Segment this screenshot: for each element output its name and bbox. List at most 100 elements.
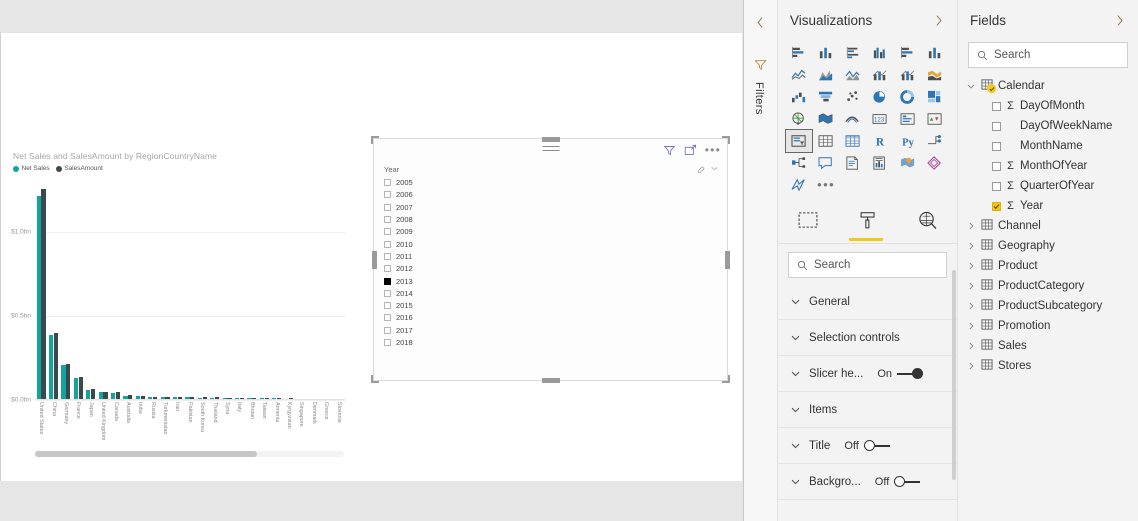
kpi-icon[interactable] — [922, 108, 948, 130]
slicer-item[interactable]: 2005 — [384, 177, 727, 188]
table-icon[interactable] — [813, 130, 839, 152]
treemap-icon[interactable] — [922, 86, 948, 108]
slicer-item-checkbox[interactable] — [384, 265, 391, 273]
azure-map-icon[interactable] — [895, 152, 921, 174]
chevron-right-icon[interactable] — [966, 281, 976, 291]
chart-bar-group[interactable]: India — [134, 181, 146, 414]
format-section-title[interactable]: Title Off — [778, 428, 957, 464]
chart-bar-group[interactable]: United States — [35, 181, 47, 434]
card-icon[interactable]: 123 — [867, 108, 893, 130]
toggle-switch[interactable] — [894, 476, 921, 487]
focus-mode-icon[interactable] — [684, 144, 697, 157]
chart-bar-group[interactable]: Bhutan — [246, 181, 258, 419]
chart-bar[interactable] — [49, 335, 54, 400]
slicer-item-checkbox[interactable] — [384, 228, 391, 236]
field-checkbox[interactable] — [992, 181, 1001, 191]
field-quarterofyear[interactable]: Σ QuarterOfYear — [966, 176, 1138, 196]
chevron-right-icon[interactable] — [966, 321, 976, 331]
100-stacked-bar-chart-icon[interactable] — [895, 42, 921, 64]
format-section-general[interactable]: General — [778, 284, 957, 320]
slicer-item[interactable]: 2006 — [384, 189, 727, 200]
resize-handle-top[interactable] — [541, 136, 560, 142]
chart-bar[interactable] — [66, 363, 71, 400]
fields-search-input[interactable]: Search — [968, 42, 1128, 68]
chevron-down-icon[interactable] — [966, 81, 976, 91]
slicer-item-checkbox[interactable] — [384, 240, 391, 248]
chevron-down-icon[interactable] — [790, 404, 801, 415]
resize-handle-left[interactable] — [371, 250, 377, 269]
year-slicer-visual[interactable]: ••• Year 2005 2006 2007 2008 2009 2010 2011 201… — [371, 136, 730, 383]
chart-bar-group[interactable]: Germany — [60, 181, 72, 424]
line-chart-icon[interactable] — [786, 64, 812, 86]
legend-item-sales-amount[interactable]: SalesAmount — [55, 165, 103, 172]
line-clustered-column-chart-icon[interactable] — [895, 64, 921, 86]
fields-table-productcategory[interactable]: ProductCategory — [966, 276, 1138, 296]
chart-bar-group[interactable]: Singapore — [295, 181, 307, 427]
stacked-area-chart-icon[interactable] — [840, 64, 866, 86]
matrix-icon[interactable] — [840, 130, 866, 152]
slicer-item-checkbox[interactable] — [384, 302, 391, 310]
chevron-right-icon[interactable] — [1113, 14, 1126, 27]
slicer-item-checkbox[interactable] — [384, 179, 391, 187]
field-checkbox[interactable] — [992, 161, 1001, 171]
field-monthname[interactable]: MonthName — [966, 136, 1138, 156]
chevron-down-icon[interactable] — [790, 440, 801, 451]
filter-funnel-icon[interactable] — [754, 58, 768, 72]
fields-table-product[interactable]: Product — [966, 256, 1138, 276]
format-section-backgro[interactable]: Backgro... Off — [778, 464, 957, 500]
slicer-icon[interactable] — [785, 129, 813, 153]
map-icon[interactable] — [786, 108, 812, 130]
bar-chart-visual[interactable]: Net Sales and SalesAmount by RegionCount… — [1, 111, 361, 457]
chart-bar-group[interactable]: France — [72, 181, 84, 419]
chart-bar-group[interactable]: Armenia — [270, 181, 282, 422]
slicer-item[interactable]: 2011 — [384, 251, 727, 262]
fields-table-calendar[interactable]: Calendar — [966, 76, 1138, 96]
chevron-left-icon[interactable] — [754, 16, 767, 29]
fields-table-geography[interactable]: Geography — [966, 236, 1138, 256]
python-visual-icon[interactable]: Py — [895, 130, 921, 152]
multi-row-card-icon[interactable] — [895, 108, 921, 130]
q-and-a-icon[interactable] — [813, 152, 839, 174]
slicer-item-checkbox[interactable] — [384, 216, 391, 224]
slicer-item-checkbox[interactable] — [384, 252, 391, 260]
field-monthofyear[interactable]: Σ MonthOfYear — [966, 156, 1138, 176]
chart-bar-group[interactable]: China — [47, 181, 59, 416]
key-influencers-icon[interactable] — [922, 130, 948, 152]
chevron-down-icon[interactable] — [790, 368, 801, 379]
chart-bar-group[interactable]: Syria — [221, 181, 233, 414]
chart-bar-group[interactable]: South Korea — [196, 181, 208, 432]
line-stacked-column-chart-icon[interactable] — [867, 64, 893, 86]
chart-bar[interactable] — [78, 376, 83, 400]
slicer-item[interactable]: 2017 — [384, 325, 727, 336]
chart-bar-group[interactable]: Thailand — [208, 181, 220, 423]
slicer-item-checkbox[interactable] — [384, 289, 391, 297]
clustered-bar-chart-icon[interactable] — [840, 42, 866, 64]
clustered-column-chart-icon[interactable] — [867, 42, 893, 64]
field-checkbox[interactable] — [992, 201, 1001, 211]
slicer-item[interactable]: 2014 — [384, 288, 727, 299]
paint-roller-icon[interactable] — [859, 211, 877, 235]
chart-bar-group[interactable]: Greece — [320, 181, 332, 420]
toggle-switch[interactable] — [897, 368, 924, 379]
chart-bar-group[interactable]: Pakistan — [184, 181, 196, 423]
format-section-toggle[interactable]: On — [877, 368, 924, 380]
field-dayofweekname[interactable]: DayOfWeekName — [966, 116, 1138, 136]
power-apps-icon[interactable] — [922, 152, 948, 174]
r-script-visual-icon[interactable]: R — [867, 130, 893, 152]
stacked-column-chart-icon[interactable] — [813, 42, 839, 64]
chart-bar[interactable] — [61, 365, 66, 400]
field-checkbox[interactable] — [992, 101, 1001, 111]
ribbon-chart-icon[interactable] — [922, 64, 948, 86]
arcgis-map-icon[interactable] — [840, 108, 866, 130]
chevron-right-icon[interactable] — [932, 14, 945, 27]
waterfall-chart-icon[interactable] — [786, 86, 812, 108]
chart-horizontal-scrollbar[interactable] — [35, 451, 344, 457]
resize-handle-bl[interactable] — [371, 375, 379, 383]
format-pane-scrollbar[interactable] — [952, 270, 956, 480]
chart-bar-group[interactable]: Japan — [85, 181, 97, 417]
chart-bar-group[interactable]: Denmark — [308, 181, 320, 424]
chart-bar-group[interactable]: Kyrgyzstan — [283, 181, 295, 429]
fields-table-sales[interactable]: Sales — [966, 336, 1138, 356]
slicer-item[interactable]: 2007 — [384, 202, 727, 213]
chart-bar-group[interactable]: Taiwan — [258, 181, 270, 419]
